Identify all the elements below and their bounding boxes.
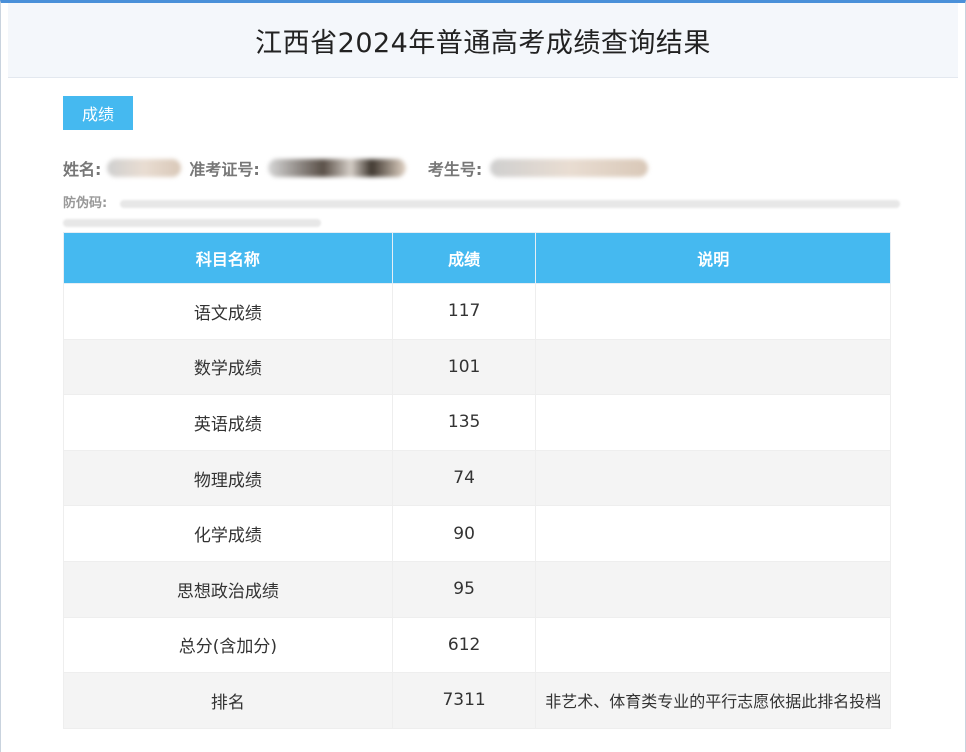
subject-cell: 语文成绩 [63, 283, 393, 340]
note-cell: 非艺术、体育类专业的平行志愿依据此排名投档 [535, 672, 891, 729]
page-title: 江西省2024年普通高考成绩查询结果 [255, 27, 711, 59]
score-cell: 74 [391, 449, 537, 507]
table-row: 思想政治成绩 95 [63, 560, 891, 618]
score-cell: 101 [391, 338, 537, 396]
name-label: 姓名: [63, 160, 102, 179]
examinee-number-label: 考生号: [427, 160, 483, 179]
note-cell [535, 449, 891, 507]
examinee-number-redacted [490, 159, 649, 177]
candidate-info: 姓名: 准考证号: 考生号: [63, 155, 649, 181]
table-header-row: 科目名称 成绩 说明 [63, 232, 891, 284]
anti-fake-code-redacted-line1 [119, 199, 900, 208]
note-cell [535, 560, 891, 618]
table-row: 英语成绩 135 [63, 394, 891, 451]
score-table: 科目名称 成绩 说明 语文成绩 117 数学成绩 101 英语成绩 135 物理… [63, 232, 891, 729]
subject-cell: 思想政治成绩 [63, 560, 393, 618]
note-cell [535, 616, 891, 674]
table-row: 物理成绩 74 [63, 449, 891, 507]
score-cell: 117 [391, 283, 537, 340]
table-row: 总分(含加分) 612 [63, 616, 891, 674]
table-row: 排名 7311 非艺术、体育类专业的平行志愿依据此排名投档 [63, 672, 891, 729]
note-cell [535, 338, 891, 396]
admission-number-label: 准考证号: [189, 160, 260, 179]
header-subject: 科目名称 [63, 232, 393, 284]
score-cell: 95 [391, 560, 537, 618]
subject-cell: 数学成绩 [63, 338, 393, 396]
note-cell [535, 283, 891, 340]
admission-number-redacted [267, 159, 406, 177]
subject-cell: 物理成绩 [63, 449, 393, 507]
tab-scores[interactable]: 成绩 [63, 96, 133, 130]
anti-fake-code-redacted-line2 [63, 218, 321, 227]
table-row: 化学成绩 90 [63, 505, 891, 562]
anti-fake-code-label: 防伪码: [63, 196, 108, 211]
subject-cell: 英语成绩 [63, 394, 393, 451]
subject-cell: 化学成绩 [63, 505, 393, 562]
note-cell [535, 505, 891, 562]
header-score: 成绩 [391, 232, 537, 284]
name-redacted [107, 159, 182, 177]
score-cell: 90 [391, 505, 537, 562]
subject-cell: 排名 [63, 672, 393, 729]
note-cell [535, 394, 891, 451]
header-note: 说明 [535, 232, 891, 284]
table-row: 语文成绩 117 [63, 283, 891, 340]
subject-cell: 总分(含加分) [63, 616, 393, 674]
score-cell: 7311 [391, 672, 537, 729]
score-cell: 135 [391, 394, 537, 451]
anti-fake-code-row: 防伪码: [63, 192, 923, 230]
page-header: 江西省2024年普通高考成绩查询结果 [8, 3, 958, 78]
score-cell: 612 [391, 616, 537, 674]
table-row: 数学成绩 101 [63, 338, 891, 396]
